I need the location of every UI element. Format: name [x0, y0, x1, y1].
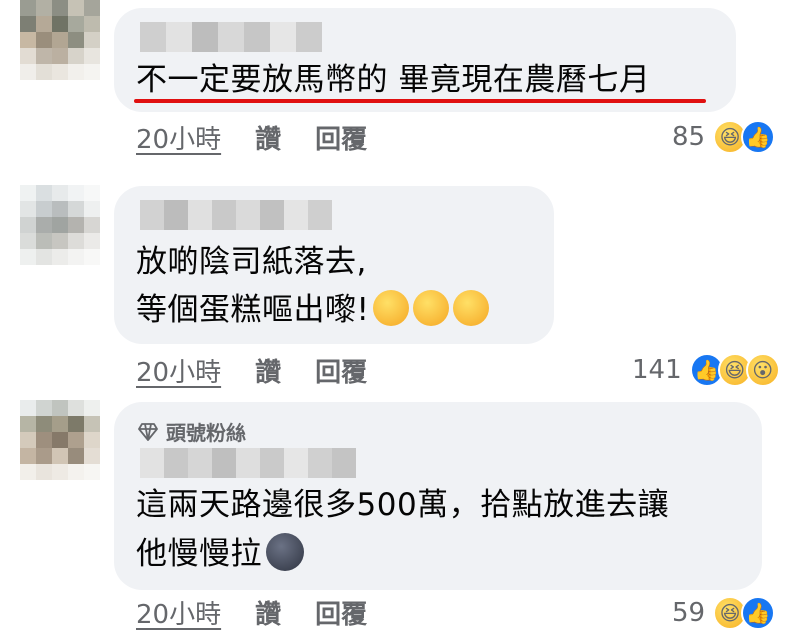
rolling-laughing-emoji: [453, 290, 490, 326]
badge-label: 頭號粉絲: [166, 421, 246, 445]
like-icon: 👍: [741, 596, 776, 630]
timestamp-link[interactable]: 20小時: [136, 598, 221, 632]
reaction-count: 59: [672, 598, 706, 628]
author-name-blurred[interactable]: [140, 200, 332, 230]
reply-button[interactable]: 回覆: [315, 123, 367, 157]
reaction-summary[interactable]: 141 👍 😆 😮: [632, 353, 780, 387]
timestamp-link[interactable]: 20小時: [136, 356, 221, 390]
comment-text-line-2: 等個蛋糕嘔出嚟!: [136, 290, 490, 330]
like-button[interactable]: 讚: [255, 356, 281, 390]
comment-actions: 20小時 讚 回覆: [136, 356, 367, 390]
avatar[interactable]: [20, 0, 100, 80]
rolling-laughing-emoji: [413, 290, 450, 326]
comment-text: 這兩天路邊很多500萬，拾點放進去讓: [136, 487, 670, 523]
red-underline: [134, 99, 706, 103]
reply-button[interactable]: 回覆: [315, 356, 367, 390]
avatar[interactable]: [20, 400, 100, 480]
like-button[interactable]: 讚: [255, 123, 281, 157]
comment-actions: 20小時 讚 回覆: [136, 598, 367, 632]
reaction-count: 85: [672, 122, 706, 152]
diamond-icon: [138, 422, 158, 441]
reaction-summary[interactable]: 59 😆 👍: [672, 596, 776, 630]
reaction-summary[interactable]: 85 😆 👍: [672, 120, 776, 154]
author-name-blurred[interactable]: [140, 448, 356, 478]
rolling-laughing-emoji: [373, 290, 410, 326]
reply-button[interactable]: 回覆: [315, 598, 367, 632]
author-name-blurred[interactable]: [140, 22, 322, 52]
comment-text-line-2: 他慢慢拉: [136, 533, 304, 574]
like-icon: 👍: [741, 120, 776, 154]
avatar[interactable]: [20, 185, 100, 265]
wow-icon: 😮: [745, 353, 780, 387]
comment-text: 等個蛋糕嘔出嚟!: [136, 292, 370, 328]
comment-actions: 20小時 讚 回覆: [136, 123, 367, 157]
comment-text: 他慢慢拉: [136, 536, 262, 572]
comment-text: 不一定要放馬幣的 畢竟現在農曆七月: [136, 62, 651, 98]
top-fan-badge: 頭號粉絲: [138, 417, 246, 446]
comment-text: 放啲陰司紙落去,: [136, 244, 367, 280]
like-button[interactable]: 讚: [255, 598, 281, 632]
reaction-count: 141: [632, 355, 682, 385]
new-moon-face-emoji: [266, 533, 304, 571]
timestamp-link[interactable]: 20小時: [136, 123, 221, 157]
